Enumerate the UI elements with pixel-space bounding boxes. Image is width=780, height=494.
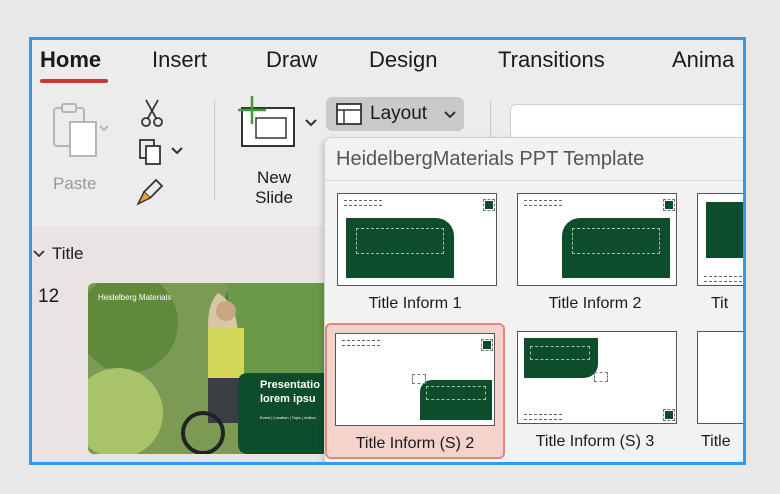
- chevron-down-icon: [444, 111, 456, 119]
- layout-option-label: Tit: [711, 295, 729, 312]
- paste-icon: [53, 103, 109, 157]
- layout-thumbnail: [337, 193, 497, 286]
- font-name-field[interactable]: [510, 104, 743, 140]
- layout-thumbnail: [517, 193, 677, 286]
- placeholder-text: [524, 414, 562, 420]
- menu-divider: [325, 180, 743, 181]
- layout-thumbnail: [335, 333, 495, 426]
- title-placeholder: [356, 228, 444, 254]
- layout-dropdown-menu: HeidelbergMaterials PPT Template Title I…: [324, 137, 743, 462]
- layout-button[interactable]: Layout: [326, 97, 464, 131]
- copy-icon[interactable]: [138, 138, 184, 168]
- layout-option-title-inform-s-2[interactable]: Title Inform (S) 2: [325, 323, 505, 459]
- logo-placeholder: [663, 409, 675, 421]
- layout-thumbnail: [697, 331, 743, 424]
- new-slide-icon: [238, 96, 317, 147]
- logo-placeholder: [483, 199, 495, 211]
- layout-option-title-inform-2[interactable]: Title Inform 2: [509, 193, 681, 321]
- layout-option-title-inform-1[interactable]: Title Inform 1: [329, 193, 501, 321]
- title-placeholder: [426, 386, 486, 400]
- powerpoint-window: Home Insert Draw Design Transitions Anim…: [29, 37, 746, 465]
- tab-insert[interactable]: Insert: [152, 47, 207, 73]
- layout-option-label: Title Inform 1: [368, 295, 462, 312]
- layout-option-label: Title Inform (S) 3: [535, 433, 655, 450]
- cut-icon[interactable]: [140, 98, 164, 128]
- placeholder-text: [524, 200, 562, 206]
- slide-thumbnails-panel: Title 12 Heidelberg Materials Presentati…: [32, 226, 328, 462]
- layout-thumbnail: [517, 331, 677, 424]
- new-slide-label: New Slide: [244, 168, 304, 208]
- ribbon-separator: [214, 100, 215, 200]
- tab-home[interactable]: Home: [40, 47, 101, 73]
- logo-placeholder: [663, 199, 675, 211]
- format-painter-icon[interactable]: [136, 178, 164, 208]
- paste-label: Paste: [53, 174, 97, 193]
- slide-number: 12: [38, 286, 60, 307]
- paste-button[interactable]: Paste: [44, 96, 124, 196]
- layout-option-title-inform-s-3[interactable]: Title Inform (S) 3: [509, 331, 681, 459]
- green-title-block: [706, 202, 743, 258]
- tab-draw[interactable]: Draw: [266, 47, 317, 73]
- layout-icon: [336, 103, 362, 125]
- tab-design[interactable]: Design: [369, 47, 437, 73]
- layout-option-title-partial[interactable]: Tit: [689, 193, 743, 321]
- layout-option-title-partial-2[interactable]: Title: [689, 331, 743, 459]
- slide-photo: [88, 283, 328, 454]
- layout-menu-title: HeidelbergMaterials PPT Template: [336, 148, 645, 170]
- new-slide-label-line1: New: [256, 168, 291, 187]
- layout-label: Layout: [370, 103, 428, 124]
- layout-option-label: Title: [701, 433, 731, 450]
- layout-option-label: Title Inform (S) 2: [355, 435, 475, 452]
- chevron-down-icon[interactable]: [32, 248, 46, 260]
- placeholder-text: [344, 200, 382, 206]
- slide-heading-line1: Presentatio: [260, 379, 320, 391]
- title-placeholder: [530, 346, 590, 360]
- small-placeholder: [412, 374, 426, 384]
- slide-heading-line2: lorem ipsu: [260, 393, 316, 405]
- section-label: Title: [52, 244, 84, 263]
- title-placeholder: [572, 228, 660, 254]
- new-slide-button[interactable]: New Slide: [232, 94, 322, 214]
- placeholder-text: [704, 276, 742, 282]
- tab-transitions[interactable]: Transitions: [498, 47, 605, 73]
- slide-brand-text: Heidelberg Materials: [98, 293, 172, 302]
- layout-thumbnail: [697, 193, 743, 286]
- slide-meta-text: Event | Location | Topic | Author: [260, 415, 316, 420]
- tab-animations[interactable]: Anima: [672, 47, 734, 73]
- new-slide-label-line2: Slide: [255, 188, 293, 207]
- slide-thumbnail[interactable]: Heidelberg Materials Presentatio lorem i…: [88, 283, 328, 454]
- logo-placeholder: [481, 339, 493, 351]
- layout-option-label: Title Inform 2: [548, 295, 642, 312]
- placeholder-text: [342, 340, 380, 346]
- ribbon-tab-bar: Home Insert Draw Design Transitions Anim…: [32, 40, 743, 92]
- active-tab-indicator: [40, 79, 108, 83]
- small-placeholder: [594, 372, 608, 382]
